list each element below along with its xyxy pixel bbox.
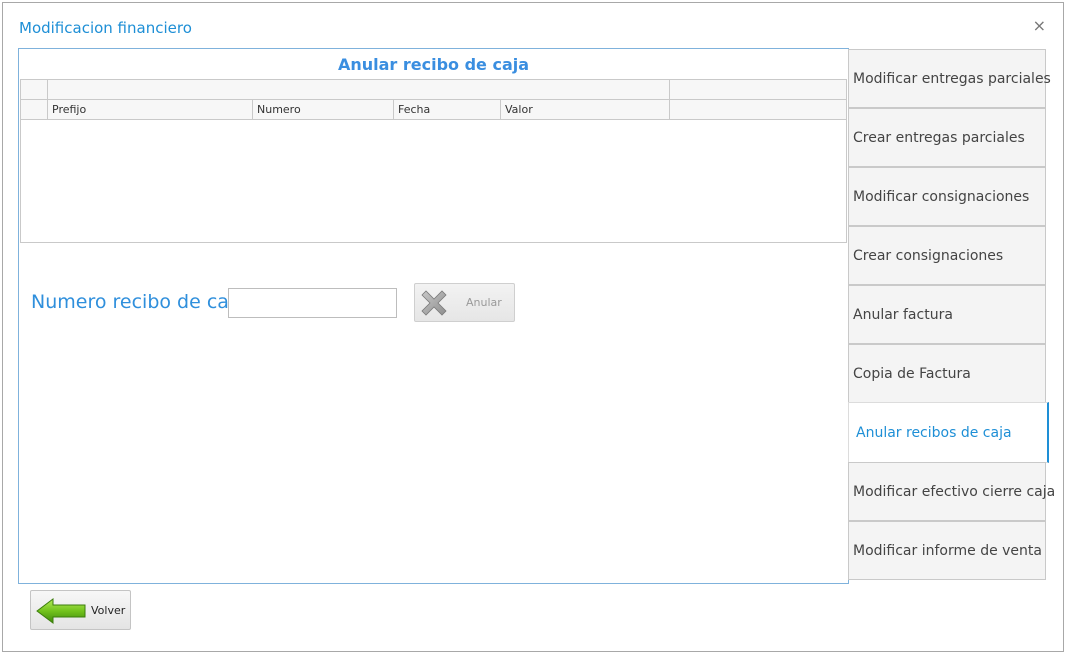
anular-button-label: Anular — [466, 296, 502, 309]
numero-recibo-label: Numero recibo de caja — [31, 291, 246, 313]
window-title: Modificacion financiero — [19, 19, 192, 37]
band-cell — [48, 80, 670, 99]
column-header-fecha[interactable]: Fecha — [394, 100, 501, 119]
volver-button-label: Volver — [91, 604, 126, 617]
row-indicator-header — [21, 100, 48, 119]
anular-button[interactable]: Anular — [414, 283, 515, 322]
sidebar-item-crear-consignaciones[interactable]: Crear consignaciones — [848, 226, 1046, 285]
anular-recibo-panel: Anular recibo de caja Prefijo Numero Fec… — [18, 48, 849, 584]
volver-button[interactable]: Volver — [30, 590, 131, 630]
recibos-grid[interactable]: Prefijo Numero Fecha Valor — [20, 79, 847, 243]
sidebar-item-modificar-informe-de-venta[interactable]: Modificar informe de venta — [848, 521, 1046, 580]
x-cancel-icon — [421, 290, 447, 316]
sidebar-item-modificar-entregas-parciales[interactable]: Modificar entregas parciales — [848, 49, 1051, 108]
column-header-prefijo[interactable]: Prefijo — [48, 100, 253, 119]
band-indicator-cell — [21, 80, 48, 99]
sidebar-item-modificar-consignaciones[interactable]: Modificar consignaciones — [848, 167, 1046, 226]
sidebar-item-crear-entregas-parciales[interactable]: Crear entregas parciales — [848, 108, 1046, 167]
grid-band-row — [21, 80, 846, 100]
green-left-arrow-icon — [36, 598, 86, 624]
sidebar-item-anular-recibos-de-caja[interactable]: Anular recibos de caja — [848, 402, 1049, 463]
numero-recibo-input[interactable] — [228, 288, 397, 318]
sidebar-item-modificar-efectivo-cierre-caja[interactable]: Modificar efectivo cierre caja — [848, 462, 1055, 521]
column-header-numero[interactable]: Numero — [253, 100, 394, 119]
sidebar-item-copia-de-factura[interactable]: Copia de Factura — [848, 344, 1046, 403]
close-icon[interactable]: × — [1033, 17, 1046, 35]
column-header-valor[interactable]: Valor — [501, 100, 670, 119]
panel-title: Anular recibo de caja — [337, 55, 530, 74]
sidebar-item-anular-factura[interactable]: Anular factura — [848, 285, 1046, 344]
grid-header-row: Prefijo Numero Fecha Valor — [21, 100, 846, 120]
